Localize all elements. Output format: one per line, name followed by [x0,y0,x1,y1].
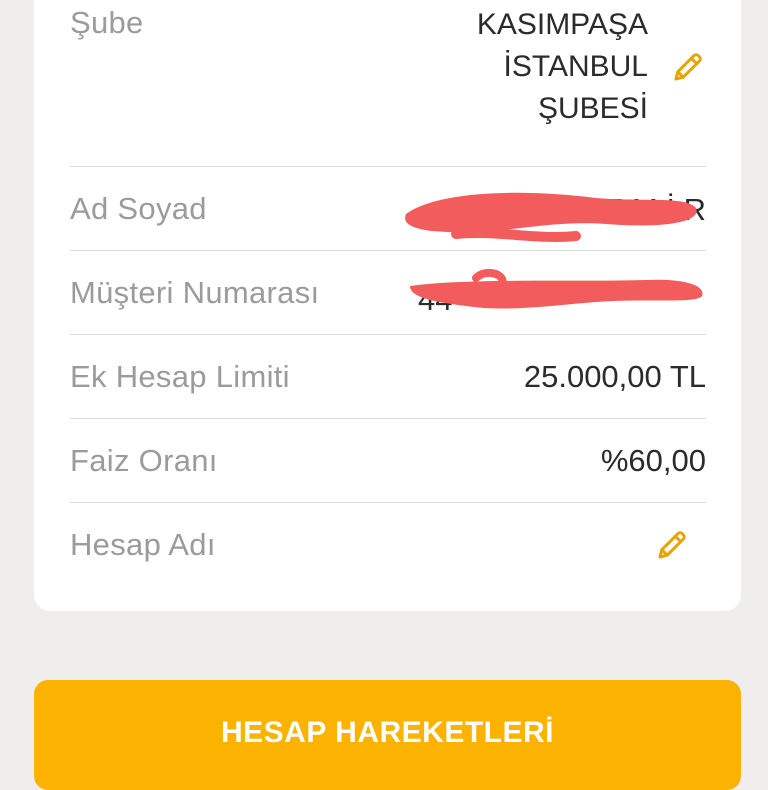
branch-row: Şube KASIMPAŞA İSTANBUL ŞUBESİ [70,0,706,167]
customer-number-row: Müşteri Numarası 44 [70,251,706,335]
branch-value: KASIMPAŞA İSTANBUL ŞUBESİ [418,4,706,130]
name-label: Ad Soyad [70,190,207,226]
overdraft-limit-row: Ek Hesap Limiti 25.000,00 TL [70,335,706,419]
account-name-label: Hesap Adı [70,527,216,562]
overdraft-limit-label: Ek Hesap Limiti [70,358,290,394]
account-transactions-button-label: HESAP HAREKETLERİ [221,716,554,749]
redaction-scribble [405,192,697,242]
interest-rate-row: Faiz Oranı %60,00 [70,419,706,503]
pencil-icon[interactable] [654,527,690,563]
pencil-icon[interactable] [670,49,706,85]
account-details-card: Şube KASIMPAŞA İSTANBUL ŞUBESİ Ad Soyad … [34,0,741,611]
account-transactions-button[interactable]: HESAP HAREKETLERİ [34,680,741,790]
interest-rate-value: %60,00 [600,442,706,478]
branch-label: Şube [70,5,144,40]
customer-number-label: Müşteri Numarası [70,274,320,310]
interest-rate-label: Faiz Oranı [70,442,218,478]
account-name-row: Hesap Adı [70,503,706,587]
branch-name: KASIMPAŞA İSTANBUL ŞUBESİ [476,8,648,125]
name-value-redacted: E M İ R [396,184,706,242]
customer-number-value-redacted: 44 [406,268,706,318]
redaction-scribble [410,268,703,309]
name-row: Ad Soyad E M İ R [70,167,706,251]
overdraft-limit-value: 25.000,00 TL [523,358,706,394]
